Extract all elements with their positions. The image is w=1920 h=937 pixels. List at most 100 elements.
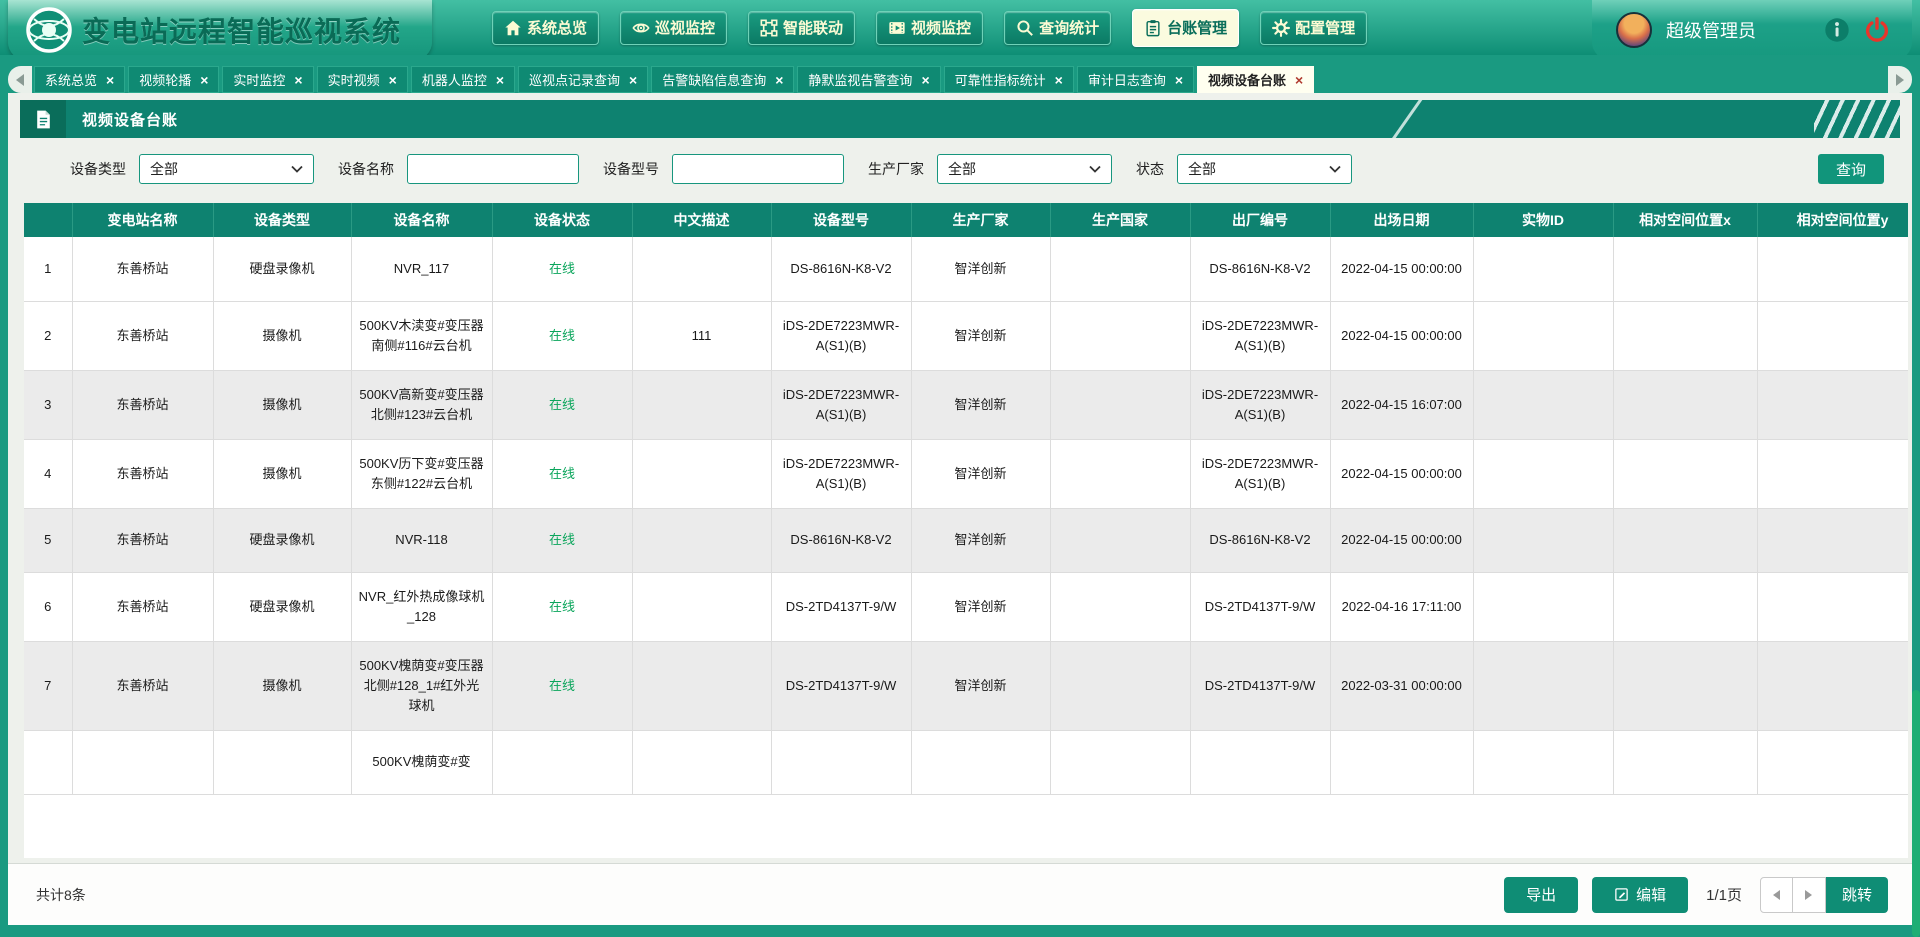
cell-r1-c11: [1473, 237, 1613, 301]
tab-close-icon[interactable]: ×: [496, 73, 504, 87]
cell-r3-c8: [1050, 370, 1190, 439]
cell-r5-c3: NVR-118: [351, 508, 492, 572]
cell-r6-c1: 东善桥站: [72, 572, 213, 641]
tab-scroll-left-icon[interactable]: [8, 66, 32, 93]
nav-button-5[interactable]: 台账管理: [1132, 9, 1239, 47]
cell-r4-c6: iDS-2DE7223MWR-A(S1)(B): [771, 439, 911, 508]
cell-r8-c12: [1613, 730, 1757, 794]
nav-button-4[interactable]: 查询统计: [1004, 11, 1111, 45]
filter-device-name-input[interactable]: [407, 154, 579, 184]
jump-button[interactable]: 跳转: [1826, 877, 1888, 913]
info-icon[interactable]: [1824, 17, 1850, 43]
cell-r8-c8: [1050, 730, 1190, 794]
filter-device-type-select[interactable]: 全部: [139, 154, 314, 184]
table-row-1[interactable]: 1东善桥站硬盘录像机NVR_117在线DS-8616N-K8-V2智洋创新DS-…: [24, 237, 1908, 301]
select-value: 全部: [948, 159, 1089, 179]
edit-button[interactable]: 编辑: [1592, 877, 1688, 913]
nav-button-label: 配置管理: [1295, 17, 1355, 38]
prev-page-icon[interactable]: [1760, 877, 1793, 913]
filter-device-model-input[interactable]: [672, 154, 844, 184]
total-count: 共计8条: [36, 885, 86, 905]
cell-r4-c4: 在线: [492, 439, 632, 508]
filter-label-device-type: 设备类型: [70, 159, 126, 179]
table-row-5[interactable]: 5东善桥站硬盘录像机NVR-118在线DS-8616N-K8-V2智洋创新DS-…: [24, 508, 1908, 572]
power-icon[interactable]: [1864, 17, 1890, 43]
cell-r5-c5: [632, 508, 771, 572]
user-panel: 超级管理员: [1592, 0, 1912, 60]
tab-8[interactable]: 可靠性指标统计 ×: [944, 66, 1074, 93]
cell-r1-c2: 硬盘录像机: [213, 237, 351, 301]
tab-close-icon[interactable]: ×: [775, 73, 783, 87]
title-bar-slash-decoration: [1390, 100, 1422, 138]
tab-close-icon[interactable]: ×: [200, 73, 208, 87]
table-row-8[interactable]: 500KV槐荫变#变: [24, 730, 1908, 794]
tab-close-icon[interactable]: ×: [389, 73, 397, 87]
table-row-6[interactable]: 6东善桥站硬盘录像机NVR_红外热成像球机_128在线DS-2TD4137T-9…: [24, 572, 1908, 641]
table-header-row: 变电站名称设备类型设备名称设备状态中文描述设备型号生产厂家生产国家出厂编号出场日…: [24, 203, 1908, 237]
cell-r2-c5: 111: [632, 301, 771, 370]
edit-icon: [1614, 887, 1629, 902]
tab-close-icon[interactable]: ×: [1175, 73, 1183, 87]
tab-6[interactable]: 告警缺陷信息查询×: [651, 66, 794, 93]
tab-close-icon[interactable]: ×: [1295, 73, 1303, 87]
nav-button-0[interactable]: 系统总览: [492, 11, 599, 45]
tab-label: 可靠性指标统计: [955, 70, 1046, 89]
nav-button-label: 台账管理: [1167, 17, 1227, 38]
table-row-3[interactable]: 3东善桥站摄像机500KV高新变#变压器北侧#123#云台机在线iDS-2DE7…: [24, 370, 1908, 439]
tab-close-icon[interactable]: ×: [106, 73, 114, 87]
tab-4[interactable]: 机器人监控×: [411, 66, 515, 93]
cell-r5-c7: 智洋创新: [911, 508, 1050, 572]
page-title-bar: 视频设备台账: [20, 100, 1900, 138]
nav-button-1[interactable]: 巡视监控: [620, 11, 727, 45]
filter-status-select[interactable]: 全部: [1177, 154, 1352, 184]
cell-r3-c4: 在线: [492, 370, 632, 439]
column-header-3: 设备名称: [351, 203, 492, 237]
tab-scroll-right-icon[interactable]: [1888, 66, 1912, 93]
cell-r8-c1: [72, 730, 213, 794]
cell-r6-c8: [1050, 572, 1190, 641]
tab-10[interactable]: 视频设备台账×: [1197, 66, 1314, 93]
cell-r3-c9: iDS-2DE7223MWR-A(S1)(B): [1190, 370, 1330, 439]
filter-manufacturer-select[interactable]: 全部: [937, 154, 1112, 184]
filter-label-status: 状态: [1136, 159, 1164, 179]
nav-button-6[interactable]: 配置管理: [1260, 11, 1367, 45]
tab-5[interactable]: 巡视点记录查询×: [518, 66, 648, 93]
cell-r4-c1: 东善桥站: [72, 439, 213, 508]
cell-r2-c8: [1050, 301, 1190, 370]
tab-close-icon[interactable]: ×: [294, 73, 302, 87]
cell-r4-c8: [1050, 439, 1190, 508]
tab-0[interactable]: 系统总览×: [34, 66, 125, 93]
cell-r1-c6: DS-8616N-K8-V2: [771, 237, 911, 301]
cell-r7-c9: DS-2TD4137T-9/W: [1190, 641, 1330, 730]
avatar[interactable]: [1616, 12, 1652, 48]
next-page-icon[interactable]: [1793, 877, 1826, 913]
brand-panel: 变电站远程智能巡视系统: [8, 0, 432, 60]
table-row-4[interactable]: 4东善桥站摄像机500KV历下变#变压器东侧#122#云台机在线iDS-2DE7…: [24, 439, 1908, 508]
cell-r1-c7: 智洋创新: [911, 237, 1050, 301]
tab-2[interactable]: 实时监控 ×: [222, 66, 313, 93]
nav-button-3[interactable]: 视频监控: [876, 11, 983, 45]
tab-close-icon[interactable]: ×: [921, 73, 929, 87]
chevron-down-icon: [1089, 165, 1101, 173]
tab-1[interactable]: 视频轮播×: [128, 66, 219, 93]
cell-r7-c8: [1050, 641, 1190, 730]
cell-r5-c1: 东善桥站: [72, 508, 213, 572]
table-row-7[interactable]: 7东善桥站摄像机500KV槐荫变#变压器北侧#128_1#红外光球机在线DS-2…: [24, 641, 1908, 730]
nav-button-2[interactable]: 智能联动: [748, 11, 855, 45]
tab-3[interactable]: 实时视频×: [317, 66, 408, 93]
export-button[interactable]: 导出: [1504, 877, 1578, 913]
tab-7[interactable]: 静默监视告警查询×: [797, 66, 940, 93]
nav-button-label: 视频监控: [911, 17, 971, 38]
tab-close-icon[interactable]: ×: [629, 73, 637, 87]
search-button[interactable]: 查询: [1818, 154, 1884, 184]
tab-9[interactable]: 审计日志查询×: [1077, 66, 1194, 93]
tab-label: 实时监控: [233, 70, 285, 89]
table-row-2[interactable]: 2东善桥站摄像机500KV木渎变#变压器南侧#116#云台机在线111iDS-2…: [24, 301, 1908, 370]
chevron-down-icon: [291, 165, 303, 173]
select-value: 全部: [150, 159, 291, 179]
eye-icon: [632, 19, 650, 37]
cell-r8-c13: [1757, 730, 1908, 794]
page-title: 视频设备台账: [82, 109, 178, 130]
vertical-scrollbar-thumb[interactable]: [1912, 690, 1920, 937]
tab-close-icon[interactable]: ×: [1055, 73, 1063, 87]
